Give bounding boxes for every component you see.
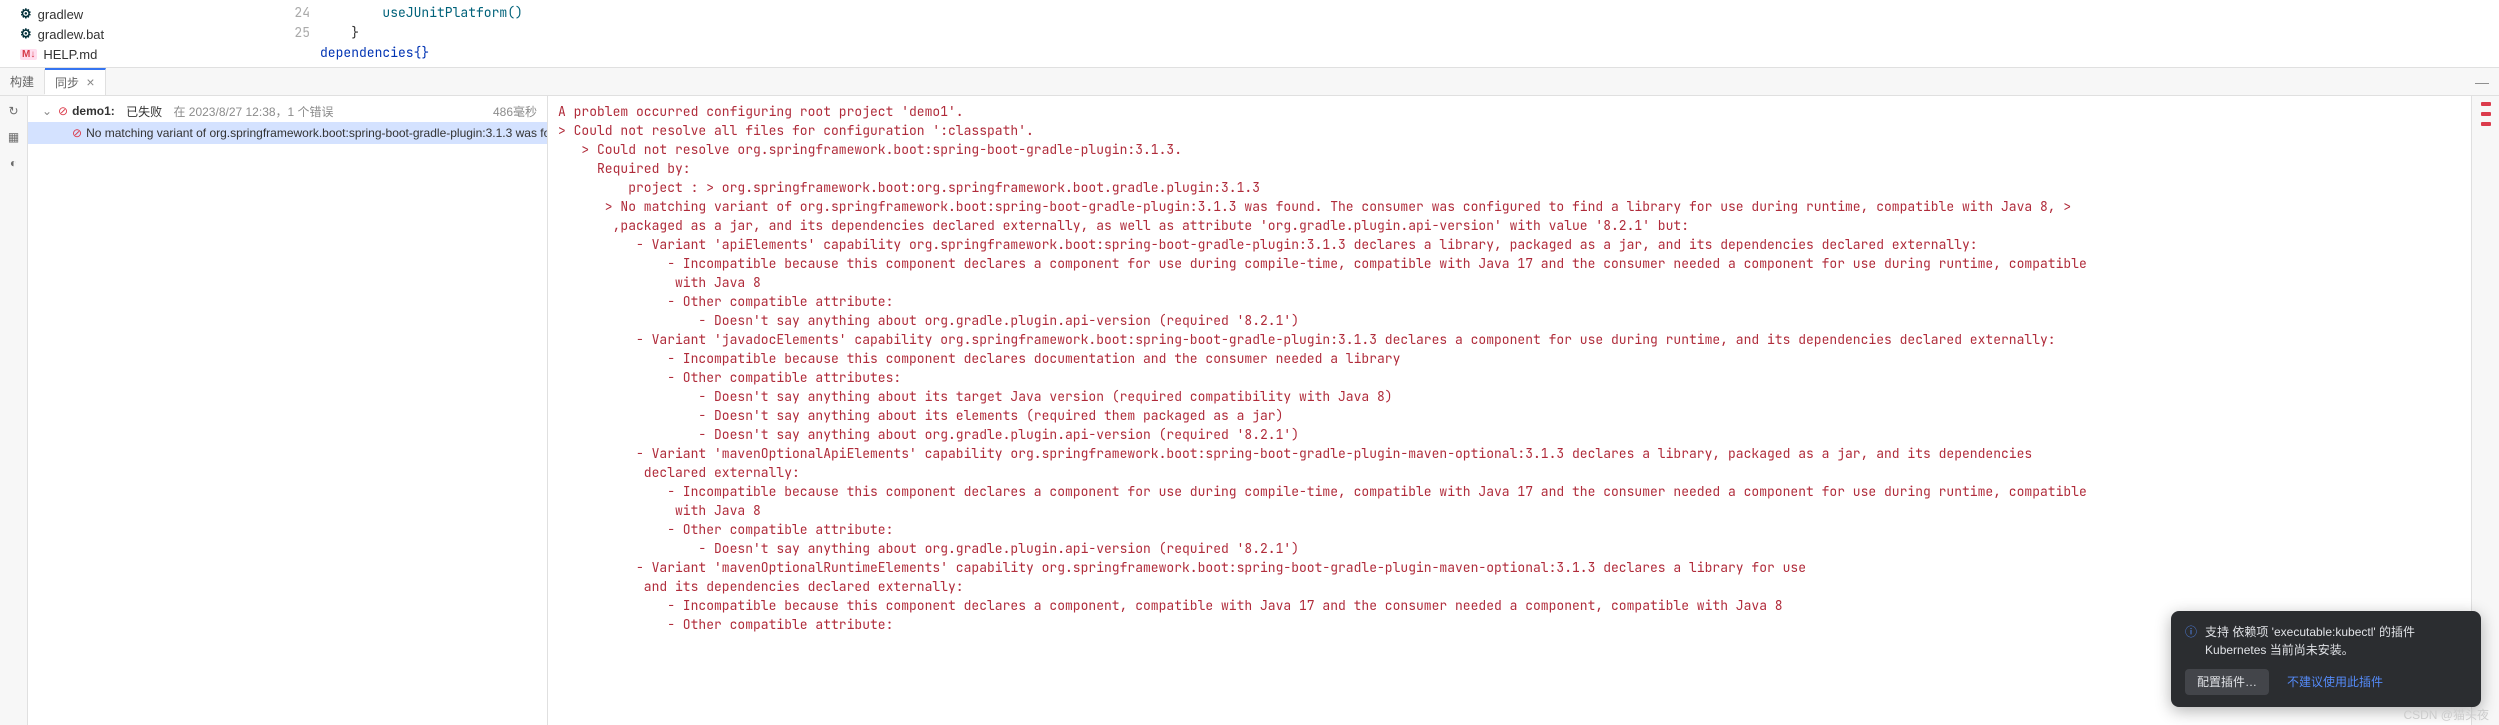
file-tree-item[interactable]: ⚙ gradlew <box>20 4 280 24</box>
file-name: gradlew.bat <box>38 27 105 42</box>
code-line: dependencies{} <box>320 44 429 61</box>
error-icon: ⊘ <box>72 126 82 140</box>
build-duration: 486毫秒 <box>493 103 547 120</box>
notification-text: 支持 依赖项 'executable:kubectl' 的插件 Kubernet… <box>2205 623 2467 659</box>
build-status: 已失败 <box>126 103 162 120</box>
line-number: 25 <box>280 24 320 41</box>
line-number: 24 <box>280 4 320 21</box>
build-tool-rail: ↻ ▦ ◐ <box>0 96 28 725</box>
close-icon[interactable]: × <box>86 74 94 90</box>
refresh-icon[interactable]: ↻ <box>5 102 23 120</box>
build-result-tree[interactable]: ⌄ ⊘ demo1: 已失败 在 2023/8/27 12:38，1 个错误 4… <box>28 96 548 725</box>
code-line: } <box>320 24 359 41</box>
configure-plugin-button[interactable]: 配置插件… <box>2185 669 2269 695</box>
error-icon: ⊘ <box>58 104 68 118</box>
project-name: demo1: <box>72 104 115 118</box>
file-tree-item[interactable]: ⚙ gradlew.bat <box>20 24 280 44</box>
file-name: gradlew <box>38 7 84 22</box>
bottom-panel-tabs: 构建 同步 × — <box>0 68 2499 96</box>
markdown-icon: M↓ <box>20 49 37 60</box>
gradle-icon: ⚙ <box>20 6 32 22</box>
gradle-icon: ⚙ <box>20 26 32 42</box>
tab-sync[interactable]: 同步 × <box>45 68 106 95</box>
build-error-node[interactable]: ⊘ No matching variant of org.springframe… <box>28 122 547 144</box>
filter-icon[interactable]: ◐ <box>5 154 23 172</box>
minimize-icon[interactable]: — <box>2475 74 2489 90</box>
stop-icon[interactable]: ▦ <box>5 128 23 146</box>
tab-build[interactable]: 构建 <box>0 69 45 94</box>
error-mark[interactable] <box>2481 122 2491 126</box>
file-name: HELP.md <box>43 47 97 62</box>
dismiss-plugin-link[interactable]: 不建议使用此插件 <box>2287 673 2383 691</box>
chevron-down-icon[interactable]: ⌄ <box>42 104 54 118</box>
build-meta: 在 2023/8/27 12:38，1 个错误 <box>173 103 333 120</box>
error-summary: No matching variant of org.springframewo… <box>86 126 548 140</box>
info-icon: ⓘ <box>2185 623 2197 659</box>
watermark: CSDN @猫头夜 <box>2403 706 2489 723</box>
plugin-notification: ⓘ 支持 依赖项 'executable:kubectl' 的插件 Kubern… <box>2171 611 2481 707</box>
project-file-tree[interactable]: ⚙ gradlew ⚙ gradlew.bat M↓ HELP.md <box>0 0 280 67</box>
error-mark[interactable] <box>2481 102 2491 106</box>
code-line: useJUnitPlatform() <box>320 4 523 21</box>
tab-sync-label: 同步 <box>55 76 79 90</box>
error-mark[interactable] <box>2481 112 2491 116</box>
file-tree-item[interactable]: M↓ HELP.md <box>20 44 280 64</box>
code-editor[interactable]: 24 useJUnitPlatform() 25 } dependencies{… <box>280 0 2499 67</box>
build-root-node[interactable]: ⌄ ⊘ demo1: 已失败 在 2023/8/27 12:38，1 个错误 4… <box>28 100 547 122</box>
